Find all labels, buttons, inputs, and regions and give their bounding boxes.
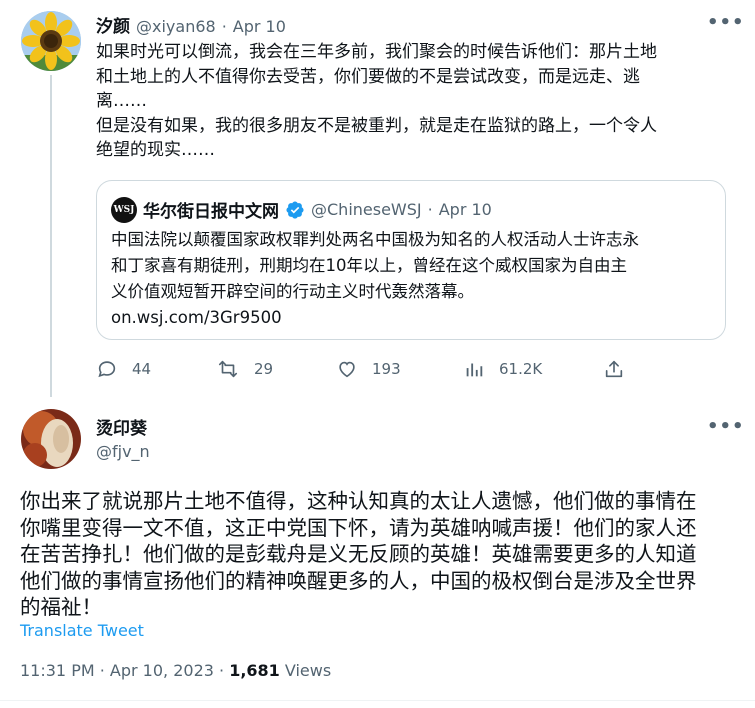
quoted-header-separator: ·	[427, 200, 433, 219]
tweet-text: 如果时光可以倒流，我会在三年多前，我们聚会的时候告诉他们：那片土地 和土地上的人…	[96, 40, 736, 163]
reply-text-line: 你嘴里变得一文不值，这正中党国下怀，请为英雄呐喊声援！他们的家人还	[20, 515, 697, 540]
avatar[interactable]	[21, 11, 81, 71]
quoted-tweet-header: 华尔街日报中文网 @ChineseWSJ · Apr 10	[143, 197, 492, 222]
views-action[interactable]: 61.2K	[463, 358, 542, 380]
quoted-author-handle: @ChineseWSJ	[311, 200, 422, 219]
reply-text-line: 在苦苦挣扎！他们做的是彭载舟是义无反顾的英雄！英雄需要更多的人知道	[20, 542, 697, 566]
tweet-metadata: 11:31 PM · Apr 10, 2023 · 1,681 Views	[20, 661, 331, 680]
quoted-tweet-date: Apr 10	[438, 200, 492, 219]
like-count: 193	[372, 360, 401, 378]
translate-tweet-link[interactable]: Translate Tweet	[20, 621, 144, 640]
quoted-author-name: 华尔街日报中文网	[143, 202, 279, 222]
retweet-icon	[218, 360, 238, 378]
reply-author-name[interactable]: 烫印葵	[96, 414, 147, 439]
tweet-text-line: 但是没有如果，我的很多朋友不是被重判，就是走在监狱的路上，一个令人	[96, 115, 657, 136]
more-options-icon[interactable]: •••	[707, 12, 745, 33]
views-chart-icon	[466, 363, 483, 377]
quoted-tweet-text: 中国法院以颠覆国家政权罪判处两名中国极为知名的人权活动人士许志永 和丁家喜有期徒…	[111, 227, 711, 331]
header-separator: ·	[221, 17, 227, 36]
timestamp[interactable]: 11:31 PM · Apr 10, 2023 ·	[20, 661, 229, 680]
retweet-action[interactable]: 29	[216, 358, 273, 380]
more-options-icon[interactable]: •••	[707, 416, 745, 437]
reply-action[interactable]: 44	[96, 358, 151, 380]
like-action[interactable]: 193	[336, 358, 401, 380]
heart-icon	[339, 361, 355, 378]
quoted-text-line: 中国法院以颠覆国家政权罪判处两名中国极为知名的人权活动人士许志永	[111, 230, 639, 249]
wsj-logo-avatar: WSJ	[111, 197, 137, 223]
share-icon	[605, 360, 623, 378]
tweet-text-line: 离……	[96, 91, 147, 111]
sunflower-avatar-image	[21, 11, 81, 71]
tweet-text-line: 如果时光可以倒流，我会在三年多前，我们聚会的时候告诉他们：那片土地	[96, 42, 657, 62]
reply-text-line: 你出来了就说那片土地不值得，这种认知真的太让人遗憾，他们做的事情在	[20, 489, 697, 513]
divider	[0, 700, 755, 701]
author-handle[interactable]: @xiyan68	[136, 17, 216, 36]
quoted-text-line: 和丁家喜有期徒刑，刑期均在10年以上，曾经在这个威权国家为自由主	[111, 256, 627, 275]
views-label: Views	[279, 661, 332, 680]
share-button[interactable]	[603, 358, 625, 384]
avatar[interactable]	[21, 409, 81, 469]
tweet-text-line: 和土地上的人不值得你去受苦，你们要做的不是尝试改变，而是远走、逃	[96, 66, 640, 87]
reply-text: 你出来了就说那片土地不值得，这种认知真的太让人遗憾，他们做的事情在 你嘴里变得一…	[20, 488, 740, 621]
reply-text-line: 的福祉！	[20, 595, 102, 619]
tweet-date[interactable]: Apr 10	[233, 17, 286, 36]
reply-count: 44	[132, 360, 152, 378]
wsj-logo-text: WSJ	[113, 205, 135, 215]
tweet-text-line: 绝望的现实……	[96, 140, 215, 160]
views-count-bold: 1,681	[229, 661, 280, 680]
retweet-count: 29	[254, 360, 274, 378]
views-count: 61.2K	[499, 360, 543, 378]
tweet-header: 汐颜 @xiyan68 · Apr 10	[96, 12, 286, 37]
reply-icon	[98, 361, 116, 378]
reply-text-line: 他们做的事情宣扬他们的精神唤醒更多的人，中国的极权倒台是涉及全世界	[20, 568, 697, 593]
quoted-tweet-card[interactable]: WSJ 华尔街日报中文网 @ChineseWSJ · Apr 10 中国法院以颠…	[96, 180, 726, 340]
author-name[interactable]: 汐颜	[96, 12, 130, 37]
quoted-text-line: 义价值观短暂开辟空间的行动主义时代轰然落幕。	[111, 282, 474, 301]
reply-avatar-image	[21, 409, 81, 469]
reply-author-handle[interactable]: @fjv_n	[96, 442, 150, 461]
quoted-link[interactable]: on.wsj.com/3Gr9500	[111, 305, 711, 331]
thread-connector-line	[50, 75, 52, 397]
verified-badge-icon	[285, 200, 305, 220]
